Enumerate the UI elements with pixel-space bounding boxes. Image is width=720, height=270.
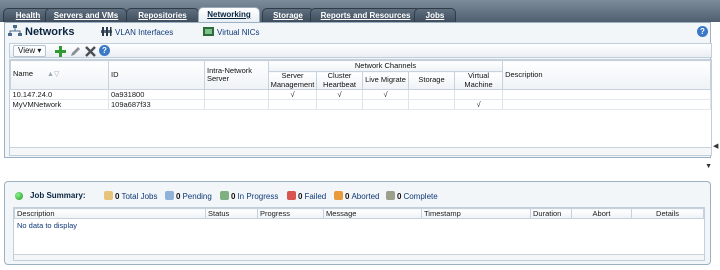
networks-table: Name ▲▽ ID Intra-Network Server Network C… (9, 59, 712, 156)
chevron-down-icon[interactable]: ▼ (705, 163, 712, 170)
grid-toolbar: View ▾ ? (9, 43, 712, 58)
pending-icon (165, 191, 174, 200)
job-summary-header: Job Summary: 0 Total Jobs 0 Pending 0 In Pr… (5, 191, 710, 203)
tab-reports-and-resources[interactable]: Reports and Resources (310, 8, 421, 22)
table-row[interactable]: 10.147.24.0 0a931800 √ √ √ (10, 89, 711, 100)
vlan-icon (101, 27, 112, 36)
cell-storage (408, 99, 455, 110)
tab-networking[interactable]: Networking (198, 7, 260, 23)
col-job-details[interactable]: Details (631, 208, 704, 219)
col-job-progress[interactable]: Progress (257, 208, 324, 219)
failed-icon (287, 191, 296, 200)
help-icon[interactable]: ? (99, 45, 110, 56)
cell-id: 0a931800 (108, 89, 205, 100)
total-jobs-stat[interactable]: 0 Total Jobs (104, 191, 157, 201)
tab-servers-and-vms[interactable]: Servers and VMs (45, 8, 127, 22)
empty-table-message: No data to display (17, 221, 78, 230)
col-job-description[interactable]: Description (14, 208, 206, 219)
cell-storage (408, 89, 455, 100)
delete-icon[interactable] (85, 46, 96, 57)
tab-repositories[interactable]: Repositories (126, 8, 199, 22)
job-summary-title: Job Summary: (30, 191, 86, 200)
virtual-nic-icon (203, 27, 214, 36)
cell-id: 109a687f33 (108, 99, 205, 110)
failed-stat[interactable]: 0 Failed (287, 191, 326, 201)
in-progress-stat[interactable]: 0 In Progress (220, 191, 278, 201)
add-icon[interactable] (55, 46, 66, 57)
cell-virtual-machine (454, 89, 504, 100)
col-virtual-machine[interactable]: Virtual Machine (453, 71, 504, 90)
tab-jobs[interactable]: Jobs (414, 8, 456, 22)
page-title: Networks (8, 25, 75, 38)
cell-live-migrate (362, 99, 409, 110)
job-summary-panel: Job Summary: 0 Total Jobs 0 Pending 0 In Pr… (4, 181, 711, 265)
col-job-status[interactable]: Status (205, 208, 258, 219)
cell-description (502, 99, 711, 110)
col-server-management[interactable]: Server Management (268, 71, 317, 90)
cell-cluster-heartbeat: √ (316, 89, 363, 100)
edit-icon[interactable] (70, 46, 81, 57)
col-name[interactable]: Name ▲▽ (10, 60, 109, 90)
aborted-stat[interactable]: 0 Aborted (334, 191, 379, 201)
vlan-interfaces-link[interactable]: VLAN Interfaces (101, 27, 173, 37)
col-live-migrate[interactable]: Live Migrate (362, 71, 409, 90)
cell-virtual-machine: √ (454, 99, 504, 110)
collapse-right-icon[interactable]: ◀ (713, 142, 718, 150)
col-description[interactable]: Description (502, 60, 711, 90)
grid-footer (10, 147, 711, 155)
cell-name: 10.147.24.0 (10, 89, 109, 100)
complete-icon (386, 191, 395, 200)
cell-name: MyVMNetwork (10, 99, 109, 110)
col-job-message[interactable]: Message (323, 208, 422, 219)
table-row[interactable]: MyVMNetwork 109a687f33 √ (10, 99, 711, 110)
sort-icon[interactable]: ▲▽ (47, 71, 59, 80)
col-group-network-channels: Network Channels (267, 60, 504, 72)
cell-live-migrate: √ (362, 89, 409, 100)
col-job-duration[interactable]: Duration (530, 208, 572, 219)
col-storage[interactable]: Storage (408, 71, 455, 90)
status-ok-icon (15, 192, 23, 200)
pending-stat[interactable]: 0 Pending (165, 191, 212, 201)
network-icon (8, 25, 22, 37)
view-menu-button[interactable]: View ▾ (13, 45, 47, 57)
cell-server-management: √ (268, 89, 317, 100)
jobs-grid-footer (14, 254, 704, 260)
col-job-timestamp[interactable]: Timestamp (421, 208, 531, 219)
aborted-icon (334, 191, 343, 200)
cell-intra (204, 89, 269, 100)
panel-help-icon[interactable]: ? (697, 26, 708, 37)
panel-header: Networks VLAN Interfaces Virtual NICs ? (5, 23, 710, 41)
jobs-table: Description Status Progress Message Time… (13, 207, 705, 261)
col-intra-network-server[interactable]: Intra-Network Server (204, 60, 269, 90)
cell-server-management (268, 99, 317, 110)
col-job-abort[interactable]: Abort (571, 208, 632, 219)
col-id[interactable]: ID (108, 60, 205, 90)
networks-panel: Networks VLAN Interfaces Virtual NICs ? … (4, 22, 712, 158)
panel-splitter[interactable]: ▼ (0, 160, 720, 174)
total-jobs-icon (104, 191, 113, 200)
complete-stat[interactable]: 0 Complete (386, 191, 438, 201)
main-tab-bar: Health Servers and VMs Repositories Stor… (0, 0, 720, 23)
cell-description (502, 89, 711, 100)
col-cluster-heartbeat[interactable]: Cluster Heartbeat (316, 71, 363, 90)
tab-storage[interactable]: Storage (262, 8, 314, 22)
virtual-nics-link[interactable]: Virtual NICs (203, 27, 260, 37)
cell-cluster-heartbeat (316, 99, 363, 110)
cell-intra (204, 99, 269, 110)
in-progress-icon (220, 191, 229, 200)
